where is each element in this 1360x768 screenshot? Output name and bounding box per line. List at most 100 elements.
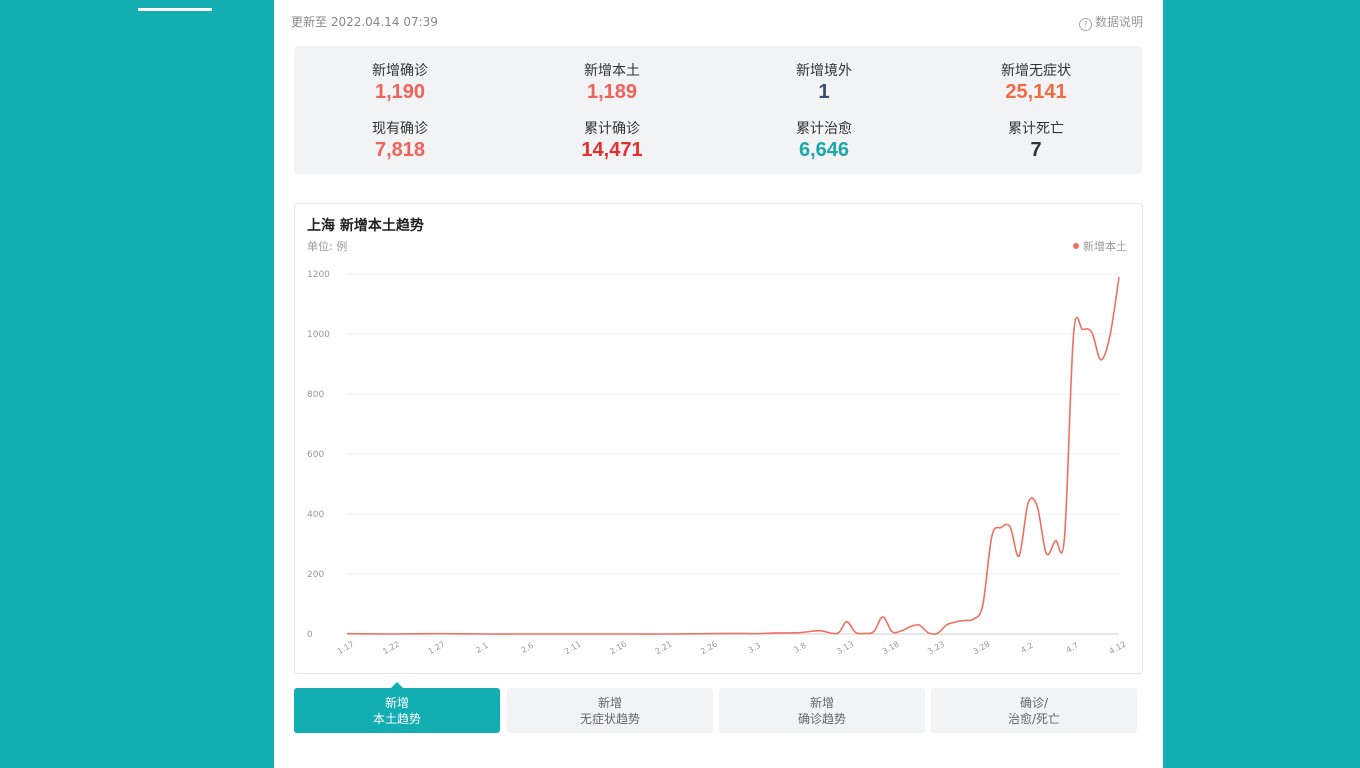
x-tick-label: 3.28 [972, 639, 992, 656]
legend-dot-icon [1073, 243, 1079, 249]
data-point [1036, 506, 1038, 508]
tab-confirmed-trend[interactable]: 新增 确诊趋势 [719, 688, 925, 733]
x-tick-label: 2.1 [474, 641, 490, 655]
stat-label: 现有确诊 [372, 121, 428, 137]
data-point [882, 616, 884, 618]
data-point [1054, 540, 1056, 542]
tab-line1: 新增 [809, 696, 834, 710]
data-point [664, 633, 666, 635]
stat-label: 累计治愈 [796, 121, 852, 137]
tab-confirmed-recovered-death[interactable]: 确诊/ 治愈/死亡 [931, 688, 1137, 733]
data-point [891, 631, 893, 633]
data-point [864, 632, 866, 634]
tab-line1: 新增 [597, 696, 622, 710]
x-tick-label: 2.21 [654, 639, 674, 656]
stat-new-local: 新增本土 1,189 [506, 60, 718, 104]
data-point [991, 535, 993, 537]
data-point [1109, 335, 1111, 337]
data-point [709, 633, 711, 635]
y-tick-label: 200 [307, 570, 324, 580]
x-tick-label: 2.16 [608, 639, 628, 656]
stat-value: 1,189 [586, 81, 638, 103]
x-tick-label: 3.23 [926, 639, 946, 656]
stat-current-confirmed: 现有确诊 7,818 [294, 118, 506, 162]
data-point [346, 633, 348, 635]
data-point [1018, 555, 1020, 557]
stat-label: 累计死亡 [1008, 121, 1064, 137]
stat-total-deaths: 累计死亡 7 [930, 118, 1142, 162]
stat-label: 新增确诊 [372, 63, 428, 79]
tab-asymptomatic-trend[interactable]: 新增 无症状趋势 [507, 688, 713, 733]
trend-chart-card: 0 200 400 600 800 1000 1200 1.17 1.22 1.27 2.1 2.6 2… [294, 203, 1143, 674]
data-point [437, 633, 439, 635]
data-point [818, 630, 820, 632]
data-point [964, 620, 966, 622]
data-point [982, 604, 984, 606]
data-point [1073, 333, 1075, 335]
series-line-local-new [346, 277, 1120, 635]
stat-label: 新增本土 [584, 63, 640, 79]
data-point [900, 630, 902, 632]
data-point [945, 624, 947, 626]
chart-title: 上海 新增本土趋势 [307, 218, 424, 234]
x-tick-label: 3.3 [747, 641, 763, 655]
x-tick-label: 2.6 [520, 641, 536, 655]
stat-value: 7,818 [374, 139, 426, 161]
y-tick-label: 600 [307, 450, 324, 460]
stat-new-imported: 新增境外 1 [718, 60, 930, 104]
stats-panel: 新增确诊 1,190 新增本土 1,189 新增境外 1 新增无症状 25,14… [294, 46, 1142, 174]
data-point [800, 632, 802, 634]
data-point [737, 632, 739, 634]
y-tick-label: 400 [307, 510, 324, 520]
stat-value: 7 [1030, 139, 1042, 161]
data-note-label: 数据说明 [1094, 15, 1143, 29]
tab-line2: 本土趋势 [372, 712, 421, 726]
data-point [755, 633, 757, 635]
stat-label: 累计确诊 [584, 121, 640, 137]
data-point [1082, 329, 1084, 331]
stat-value: 25,141 [1005, 81, 1067, 103]
data-point [936, 632, 938, 634]
y-tick-label: 0 [307, 630, 313, 640]
data-point [846, 621, 848, 623]
x-tick-label: 2.26 [699, 639, 719, 656]
x-tick-label: 3.13 [835, 639, 855, 656]
chart-legend[interactable]: 新增本土 [1073, 238, 1127, 254]
update-time: 更新至 2022.04.14 07:39 [291, 15, 438, 29]
y-tick-label: 800 [307, 390, 324, 400]
data-point [1045, 553, 1047, 555]
data-point [1100, 359, 1102, 361]
stat-value: 14,471 [581, 139, 643, 161]
update-row: 更新至 2022.04.14 07:39 ? 数据说明 [291, 13, 1143, 31]
tab-line1: 新增 [384, 696, 409, 710]
data-point [1064, 536, 1066, 538]
stat-value: 6,646 [798, 139, 850, 161]
tab-local-trend[interactable]: 新增 本土趋势 [294, 682, 500, 733]
x-tick-label: 2.11 [563, 639, 583, 656]
stat-label: 新增无症状 [1001, 63, 1071, 79]
tab-line2: 无症状趋势 [579, 712, 640, 726]
data-point [909, 626, 911, 628]
stat-value: 1,190 [374, 81, 426, 103]
x-tick-label: 4.7 [1065, 641, 1081, 655]
x-tick-label: 1.17 [336, 639, 356, 656]
data-point [528, 633, 530, 635]
data-point [973, 618, 975, 620]
x-tick-label: 1.27 [427, 639, 447, 656]
data-point [927, 632, 929, 634]
tab-line2: 确诊趋势 [797, 712, 846, 726]
stat-value: 1 [818, 81, 830, 103]
stat-new-asymptomatic: 新增无症状 25,141 [930, 60, 1142, 104]
content-panel: 更新至 2022.04.14 07:39 ? 数据说明 新增确诊 1,190 新增… [274, 0, 1163, 768]
x-tick-label: 1.22 [381, 639, 401, 656]
data-point [1027, 502, 1029, 504]
x-tick-label: 3.18 [881, 639, 901, 656]
data-point [391, 633, 393, 635]
data-point [482, 633, 484, 635]
top-tab-indicator [138, 8, 212, 11]
data-point [955, 621, 957, 623]
x-tick-label: 4.12 [1108, 639, 1128, 656]
data-note-link[interactable]: ? 数据说明 [1078, 13, 1143, 31]
y-tick-label: 1200 [307, 270, 330, 280]
stat-label: 新增境外 [796, 63, 852, 79]
